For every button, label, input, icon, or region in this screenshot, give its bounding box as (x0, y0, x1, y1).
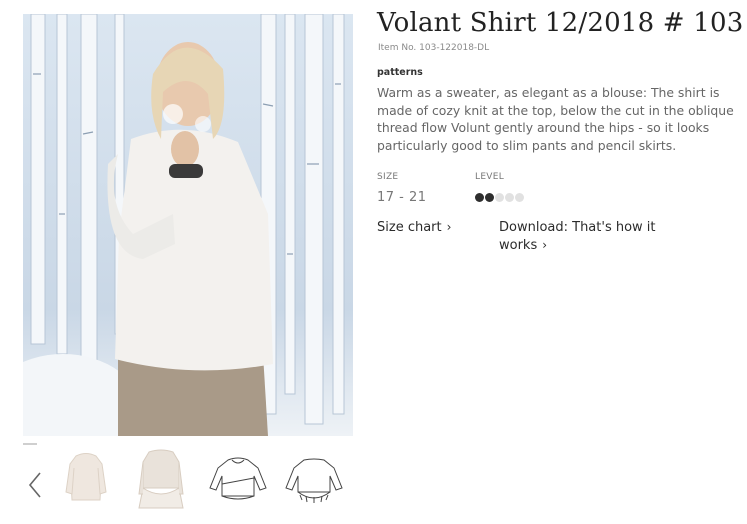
size-chart-link-label: Size chart (377, 220, 442, 235)
thumbnail-photo-back[interactable] (135, 448, 187, 514)
chevron-right-icon: › (542, 237, 548, 252)
chevron-right-icon: › (446, 220, 452, 234)
product-title: Volant Shirt 12/2018 # 103 (377, 8, 744, 38)
level-label: LEVEL (475, 172, 505, 182)
download-link-label: Download: That's how it works (499, 220, 656, 253)
level-dot-empty (505, 193, 514, 202)
level-dot-filled (475, 193, 484, 202)
category-label: patterns (377, 67, 423, 78)
thumbnail-photo-front[interactable] (64, 448, 108, 514)
main-product-image[interactable] (23, 14, 353, 436)
product-description: Warm as a sweater, as elegant as a blous… (377, 85, 734, 153)
previous-image-button[interactable] (22, 468, 48, 502)
size-chart-link[interactable]: Size chart › (377, 219, 451, 237)
level-dot-empty (495, 193, 504, 202)
thumbnail-drawing-front[interactable] (208, 448, 268, 514)
size-label: SIZE (377, 172, 399, 182)
image-pager-indicator (23, 443, 37, 445)
thumbnail-strip (18, 448, 358, 518)
item-number: Item No. 103-122018-DL (378, 43, 490, 53)
size-range: 17 - 21 (377, 190, 427, 205)
download-instructions-link[interactable]: Download: That's how it works › (499, 219, 679, 254)
level-dot-filled (485, 193, 494, 202)
difficulty-level-indicator (475, 193, 524, 202)
chevron-left-icon (28, 472, 41, 498)
thumbnail-drawing-back[interactable] (284, 448, 344, 514)
level-dot-empty (515, 193, 524, 202)
